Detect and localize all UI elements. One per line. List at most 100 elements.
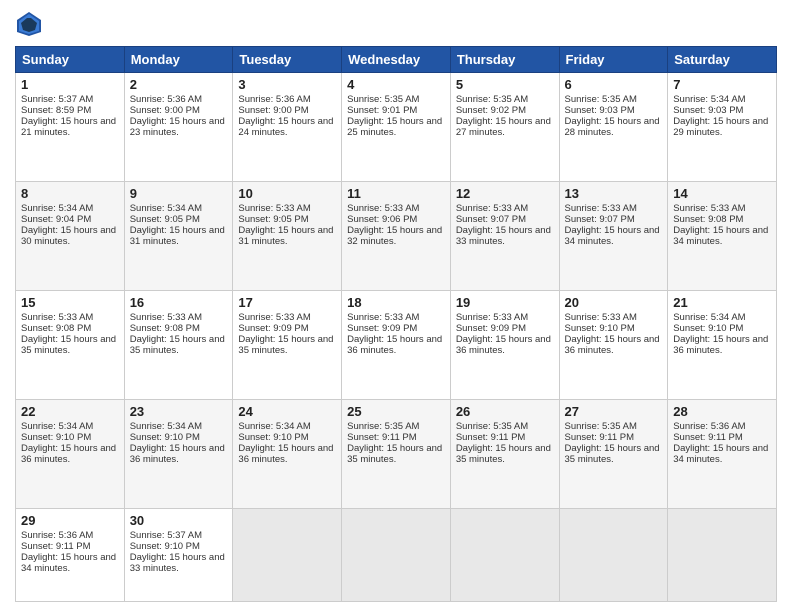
day-info: Sunrise: 5:37 AMSunset: 9:10 PMDaylight:… [130, 530, 225, 574]
day-info: Sunrise: 5:34 AMSunset: 9:10 PMDaylight:… [130, 421, 225, 465]
calendar-cell: 18 Sunrise: 5:33 AMSunset: 9:09 PMDayligh… [342, 290, 451, 399]
week-row-3: 15 Sunrise: 5:33 AMSunset: 9:08 PMDayligh… [16, 290, 777, 399]
week-row-4: 22 Sunrise: 5:34 AMSunset: 9:10 PMDayligh… [16, 399, 777, 508]
calendar-cell: 4Sunrise: 5:35 AMSunset: 9:01 PMDaylight… [342, 73, 451, 182]
col-header-wednesday: Wednesday [342, 47, 451, 73]
day-info: Sunrise: 5:36 AMSunset: 9:00 PMDaylight:… [130, 94, 225, 138]
calendar-cell: 14 Sunrise: 5:33 AMSunset: 9:08 PMDayligh… [668, 181, 777, 290]
day-info: Sunrise: 5:37 AMSunset: 8:59 PMDaylight:… [21, 94, 116, 138]
calendar-header-row: SundayMondayTuesdayWednesdayThursdayFrid… [16, 47, 777, 73]
day-info: Sunrise: 5:35 AMSunset: 9:03 PMDaylight:… [565, 94, 660, 138]
col-header-monday: Monday [124, 47, 233, 73]
calendar-cell: 11 Sunrise: 5:33 AMSunset: 9:06 PMDayligh… [342, 181, 451, 290]
calendar-cell: 9 Sunrise: 5:34 AMSunset: 9:05 PMDaylight… [124, 181, 233, 290]
calendar-cell [342, 508, 451, 601]
day-number: 28 [673, 404, 771, 419]
day-info: Sunrise: 5:33 AMSunset: 9:07 PMDaylight:… [456, 203, 551, 247]
day-info: Sunrise: 5:34 AMSunset: 9:10 PMDaylight:… [238, 421, 333, 465]
day-number: 12 [456, 186, 554, 201]
day-number: 24 [238, 404, 336, 419]
day-info: Sunrise: 5:35 AMSunset: 9:11 PMDaylight:… [347, 421, 442, 465]
day-info: Sunrise: 5:33 AMSunset: 9:08 PMDaylight:… [21, 312, 116, 356]
day-number: 18 [347, 295, 445, 310]
day-number: 21 [673, 295, 771, 310]
calendar-cell: 12 Sunrise: 5:33 AMSunset: 9:07 PMDayligh… [450, 181, 559, 290]
col-header-sunday: Sunday [16, 47, 125, 73]
calendar-cell: 7 Sunrise: 5:34 AMSunset: 9:03 PMDaylight… [668, 73, 777, 182]
calendar-cell: 8 Sunrise: 5:34 AMSunset: 9:04 PMDaylight… [16, 181, 125, 290]
calendar-cell: 21 Sunrise: 5:34 AMSunset: 9:10 PMDayligh… [668, 290, 777, 399]
day-info: Sunrise: 5:34 AMSunset: 9:05 PMDaylight:… [130, 203, 225, 247]
day-info: Sunrise: 5:36 AMSunset: 9:00 PMDaylight:… [238, 94, 333, 138]
day-info: Sunrise: 5:34 AMSunset: 9:03 PMDaylight:… [673, 94, 768, 138]
logo [15, 10, 47, 38]
day-number: 10 [238, 186, 336, 201]
day-number: 8 [21, 186, 119, 201]
day-number: 23 [130, 404, 228, 419]
calendar-cell: 5 Sunrise: 5:35 AMSunset: 9:02 PMDaylight… [450, 73, 559, 182]
day-info: Sunrise: 5:34 AMSunset: 9:04 PMDaylight:… [21, 203, 116, 247]
col-header-thursday: Thursday [450, 47, 559, 73]
day-info: Sunrise: 5:34 AMSunset: 9:10 PMDaylight:… [673, 312, 768, 356]
day-info: Sunrise: 5:35 AMSunset: 9:11 PMDaylight:… [565, 421, 660, 465]
day-number: 13 [565, 186, 663, 201]
day-info: Sunrise: 5:36 AMSunset: 9:11 PMDaylight:… [673, 421, 768, 465]
day-number: 3 [238, 77, 336, 92]
calendar-cell: 24 Sunrise: 5:34 AMSunset: 9:10 PMDayligh… [233, 399, 342, 508]
page: SundayMondayTuesdayWednesdayThursdayFrid… [0, 0, 792, 612]
calendar-cell [668, 508, 777, 601]
calendar-cell: 30 Sunrise: 5:37 AMSunset: 9:10 PMDayligh… [124, 508, 233, 601]
calendar-cell: 16 Sunrise: 5:33 AMSunset: 9:08 PMDayligh… [124, 290, 233, 399]
calendar-cell: 2 Sunrise: 5:36 AMSunset: 9:00 PMDaylight… [124, 73, 233, 182]
calendar-cell: 6 Sunrise: 5:35 AMSunset: 9:03 PMDaylight… [559, 73, 668, 182]
calendar-cell: 22 Sunrise: 5:34 AMSunset: 9:10 PMDayligh… [16, 399, 125, 508]
calendar-cell: 1 Sunrise: 5:37 AMSunset: 8:59 PMDaylight… [16, 73, 125, 182]
day-info: Sunrise: 5:36 AMSunset: 9:11 PMDaylight:… [21, 530, 116, 574]
day-number: 4 [347, 77, 445, 92]
day-number: 29 [21, 513, 119, 528]
day-info: Sunrise: 5:35 AMSunset: 9:02 PMDaylight:… [456, 94, 551, 138]
day-number: 19 [456, 295, 554, 310]
calendar-cell: 20Sunrise: 5:33 AMSunset: 9:10 PMDayligh… [559, 290, 668, 399]
day-info: Sunrise: 5:34 AMSunset: 9:10 PMDaylight:… [21, 421, 116, 465]
calendar-cell: 28 Sunrise: 5:36 AMSunset: 9:11 PMDayligh… [668, 399, 777, 508]
calendar-cell: 23 Sunrise: 5:34 AMSunset: 9:10 PMDayligh… [124, 399, 233, 508]
day-number: 22 [21, 404, 119, 419]
calendar-cell: 10 Sunrise: 5:33 AMSunset: 9:05 PMDayligh… [233, 181, 342, 290]
day-info: Sunrise: 5:33 AMSunset: 9:09 PMDaylight:… [347, 312, 442, 356]
day-number: 26 [456, 404, 554, 419]
day-number: 15 [21, 295, 119, 310]
day-number: 5 [456, 77, 554, 92]
day-info: Sunrise: 5:33 AMSunset: 9:05 PMDaylight:… [238, 203, 333, 247]
day-number: 6 [565, 77, 663, 92]
col-header-tuesday: Tuesday [233, 47, 342, 73]
day-number: 11 [347, 186, 445, 201]
day-number: 14 [673, 186, 771, 201]
calendar-cell: 27 Sunrise: 5:35 AMSunset: 9:11 PMDayligh… [559, 399, 668, 508]
day-info: Sunrise: 5:33 AMSunset: 9:08 PMDaylight:… [673, 203, 768, 247]
day-info: Sunrise: 5:33 AMSunset: 9:06 PMDaylight:… [347, 203, 442, 247]
day-info: Sunrise: 5:33 AMSunset: 9:07 PMDaylight:… [565, 203, 660, 247]
calendar-cell: 29 Sunrise: 5:36 AMSunset: 9:11 PMDayligh… [16, 508, 125, 601]
calendar-cell: 19Sunrise: 5:33 AMSunset: 9:09 PMDayligh… [450, 290, 559, 399]
day-number: 7 [673, 77, 771, 92]
col-header-saturday: Saturday [668, 47, 777, 73]
day-number: 2 [130, 77, 228, 92]
day-number: 30 [130, 513, 228, 528]
day-number: 16 [130, 295, 228, 310]
calendar: SundayMondayTuesdayWednesdayThursdayFrid… [15, 46, 777, 602]
week-row-1: 1 Sunrise: 5:37 AMSunset: 8:59 PMDaylight… [16, 73, 777, 182]
calendar-cell: 17Sunrise: 5:33 AMSunset: 9:09 PMDayligh… [233, 290, 342, 399]
day-number: 17 [238, 295, 336, 310]
day-number: 1 [21, 77, 119, 92]
week-row-5: 29 Sunrise: 5:36 AMSunset: 9:11 PMDayligh… [16, 508, 777, 601]
day-info: Sunrise: 5:33 AMSunset: 9:08 PMDaylight:… [130, 312, 225, 356]
calendar-cell: 26Sunrise: 5:35 AMSunset: 9:11 PMDayligh… [450, 399, 559, 508]
calendar-cell: 3 Sunrise: 5:36 AMSunset: 9:00 PMDaylight… [233, 73, 342, 182]
day-number: 27 [565, 404, 663, 419]
week-row-2: 8 Sunrise: 5:34 AMSunset: 9:04 PMDaylight… [16, 181, 777, 290]
calendar-cell [450, 508, 559, 601]
day-number: 9 [130, 186, 228, 201]
header [15, 10, 777, 38]
calendar-cell [233, 508, 342, 601]
